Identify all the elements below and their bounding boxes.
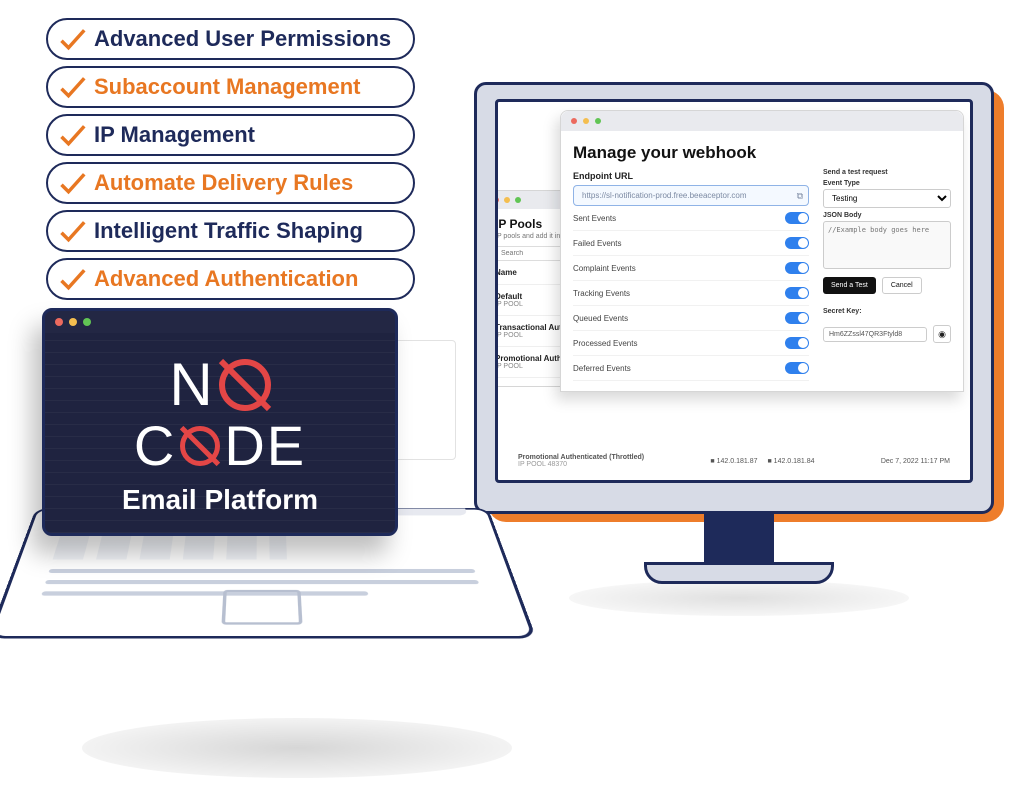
event-toggle[interactable] xyxy=(785,212,809,224)
feature-label: Advanced User Permissions xyxy=(94,28,391,50)
webhook-sidepanel: Send a test request Event Type Testing J… xyxy=(823,141,951,381)
reveal-secret-button[interactable]: ◉ xyxy=(933,325,951,343)
minimize-dot-icon[interactable] xyxy=(69,318,77,326)
letter-n: N xyxy=(169,350,214,419)
feature-pill: Intelligent Traffic Shaping xyxy=(46,210,415,252)
minimize-dot-icon[interactable] xyxy=(504,197,510,203)
event-toggle-row: Processed Events xyxy=(573,331,809,356)
laptop: N C DE Email Platform xyxy=(42,308,482,536)
event-toggle-row: Queued Events xyxy=(573,306,809,331)
copy-icon[interactable]: ⧉ xyxy=(797,190,803,201)
monitor-stand xyxy=(704,512,774,568)
event-toggle[interactable] xyxy=(785,262,809,274)
feature-pill: Advanced User Permissions xyxy=(46,18,415,60)
ip-address-chip: ■ 142.0.181.84 xyxy=(767,458,814,465)
ip-pool-footer-name: Promotional Authenticated (Throttled) xyxy=(518,454,644,461)
event-label: Queued Events xyxy=(573,314,628,323)
laptop-lid: N C DE Email Platform xyxy=(42,308,398,536)
letters-de: DE xyxy=(224,413,306,478)
event-toggle[interactable] xyxy=(785,362,809,374)
secret-key-value: Hm6ZZssl47QR3Ftyld8 xyxy=(823,327,927,342)
event-label: Sent Events xyxy=(573,214,616,223)
event-label: Failed Events xyxy=(573,239,621,248)
desktop-monitor: IP Pools IP pools and add it into our Na… xyxy=(474,82,1004,514)
maximize-dot-icon[interactable] xyxy=(595,118,601,124)
event-toggle[interactable] xyxy=(785,287,809,299)
column-header-name: Name xyxy=(495,268,517,277)
check-icon xyxy=(58,265,86,293)
ip-pool-footer-timestamp: Dec 7, 2022 11:17 PM xyxy=(881,458,950,465)
minimize-dot-icon[interactable] xyxy=(583,118,589,124)
check-icon xyxy=(58,217,86,245)
monitor-screen: IP Pools IP pools and add it into our Na… xyxy=(495,99,973,483)
no-code-hero: N C DE Email Platform xyxy=(45,333,395,533)
no-code-no-line: N xyxy=(169,350,270,419)
maximize-dot-icon[interactable] xyxy=(83,318,91,326)
no-code-tagline: Email Platform xyxy=(122,484,318,516)
feature-label: Automate Delivery Rules xyxy=(94,172,353,194)
event-label: Complaint Events xyxy=(573,264,636,273)
check-icon xyxy=(58,25,86,53)
event-label: Deferred Events xyxy=(573,364,631,373)
close-dot-icon[interactable] xyxy=(55,318,63,326)
check-icon xyxy=(58,121,86,149)
check-icon xyxy=(58,169,86,197)
event-label: Tracking Events xyxy=(573,289,630,298)
trackpad-icon xyxy=(221,590,302,625)
monitor-base xyxy=(644,562,834,584)
endpoint-url-field-wrap: ⧉ xyxy=(573,185,809,206)
monitor-bezel: IP Pools IP pools and add it into our Na… xyxy=(474,82,994,514)
letter-c: C xyxy=(134,413,176,478)
feature-pill: Subaccount Management xyxy=(46,66,415,108)
event-toggle-row: Deferred Events xyxy=(573,356,809,381)
ip-pools-footer: Promotional Authenticated (Throttled) IP… xyxy=(508,448,960,474)
feature-pill: IP Management xyxy=(46,114,415,156)
window-titlebar xyxy=(561,111,963,131)
cancel-button[interactable]: Cancel xyxy=(882,277,922,294)
event-toggle-row: Tracking Events xyxy=(573,281,809,306)
laptop-shadow xyxy=(82,718,512,778)
event-toggle[interactable] xyxy=(785,237,809,249)
send-test-heading: Send a test request xyxy=(823,169,951,176)
secret-key-label: Secret Key: xyxy=(823,308,951,315)
endpoint-url-label: Endpoint URL xyxy=(573,171,809,181)
feature-pill-list: Advanced User Permissions Subaccount Man… xyxy=(46,18,415,300)
event-toggle-row: Failed Events xyxy=(573,231,809,256)
webhook-window: Manage your webhook Endpoint URL ⧉ Sent … xyxy=(560,110,964,392)
json-body-label: JSON Body xyxy=(823,212,951,219)
ip-address-chip: ■ 142.0.181.87 xyxy=(710,458,757,465)
feature-label: Intelligent Traffic Shaping xyxy=(94,220,363,242)
event-toggle[interactable] xyxy=(785,337,809,349)
endpoint-url-input[interactable] xyxy=(573,185,809,206)
feature-label: Advanced Authentication xyxy=(94,268,358,290)
ip-pool-footer-sub: IP POOL 48370 xyxy=(518,461,644,468)
json-body-textarea[interactable] xyxy=(823,221,951,269)
event-label: Processed Events xyxy=(573,339,637,348)
prohibit-icon xyxy=(219,359,271,411)
prohibit-icon xyxy=(180,426,220,466)
feature-label: Subaccount Management xyxy=(94,76,360,98)
close-dot-icon[interactable] xyxy=(495,197,499,203)
close-dot-icon[interactable] xyxy=(571,118,577,124)
feature-label: IP Management xyxy=(94,124,255,146)
maximize-dot-icon[interactable] xyxy=(515,197,521,203)
send-test-button[interactable]: Send a Test xyxy=(823,277,876,294)
webhook-title: Manage your webhook xyxy=(573,143,809,163)
event-type-select[interactable]: Testing xyxy=(823,189,951,208)
webhook-main: Manage your webhook Endpoint URL ⧉ Sent … xyxy=(573,141,809,381)
no-code-code-line: C DE xyxy=(134,413,306,478)
event-toggle-row: Sent Events xyxy=(573,206,809,231)
monitor-shadow xyxy=(569,580,909,616)
event-type-label: Event Type xyxy=(823,180,951,187)
check-icon xyxy=(58,73,86,101)
window-titlebar xyxy=(45,311,395,333)
feature-pill: Advanced Authentication xyxy=(46,258,415,300)
feature-pill: Automate Delivery Rules xyxy=(46,162,415,204)
event-toggle-row: Complaint Events xyxy=(573,256,809,281)
event-toggle[interactable] xyxy=(785,312,809,324)
